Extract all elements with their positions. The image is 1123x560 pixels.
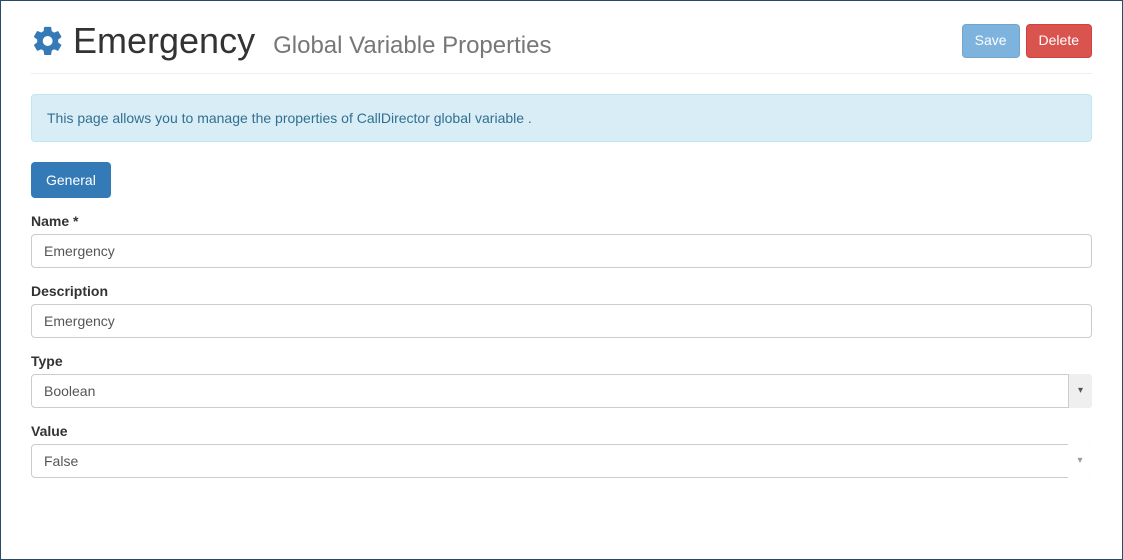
value-select[interactable]: [31, 444, 1092, 478]
form-group-description: Description: [31, 283, 1092, 338]
delete-button[interactable]: Delete: [1026, 24, 1092, 58]
name-input[interactable]: [31, 234, 1092, 268]
save-button[interactable]: Save: [962, 24, 1020, 58]
title-wrap: Emergency Global Variable Properties: [31, 21, 551, 61]
tab-bar: General: [31, 162, 1092, 198]
description-label: Description: [31, 283, 1092, 299]
gear-icon: [31, 24, 65, 58]
type-select[interactable]: [31, 374, 1092, 408]
value-select-wrap: ▾: [31, 444, 1092, 478]
title-subtitle: Global Variable Properties: [273, 32, 551, 59]
form-group-value: Value ▾: [31, 423, 1092, 478]
value-label: Value: [31, 423, 1092, 439]
type-label: Type: [31, 353, 1092, 369]
title-main: Emergency: [73, 20, 255, 61]
page-header: Emergency Global Variable Properties Sav…: [31, 21, 1092, 74]
description-input[interactable]: [31, 304, 1092, 338]
header-actions: Save Delete: [962, 24, 1092, 58]
name-label: Name *: [31, 213, 1092, 229]
page-title: Emergency Global Variable Properties: [73, 21, 551, 61]
type-select-wrap: ▾: [31, 374, 1092, 408]
form-group-name: Name *: [31, 213, 1092, 268]
info-alert: This page allows you to manage the prope…: [31, 94, 1092, 142]
form-group-type: Type ▾: [31, 353, 1092, 408]
tab-general[interactable]: General: [31, 162, 111, 198]
